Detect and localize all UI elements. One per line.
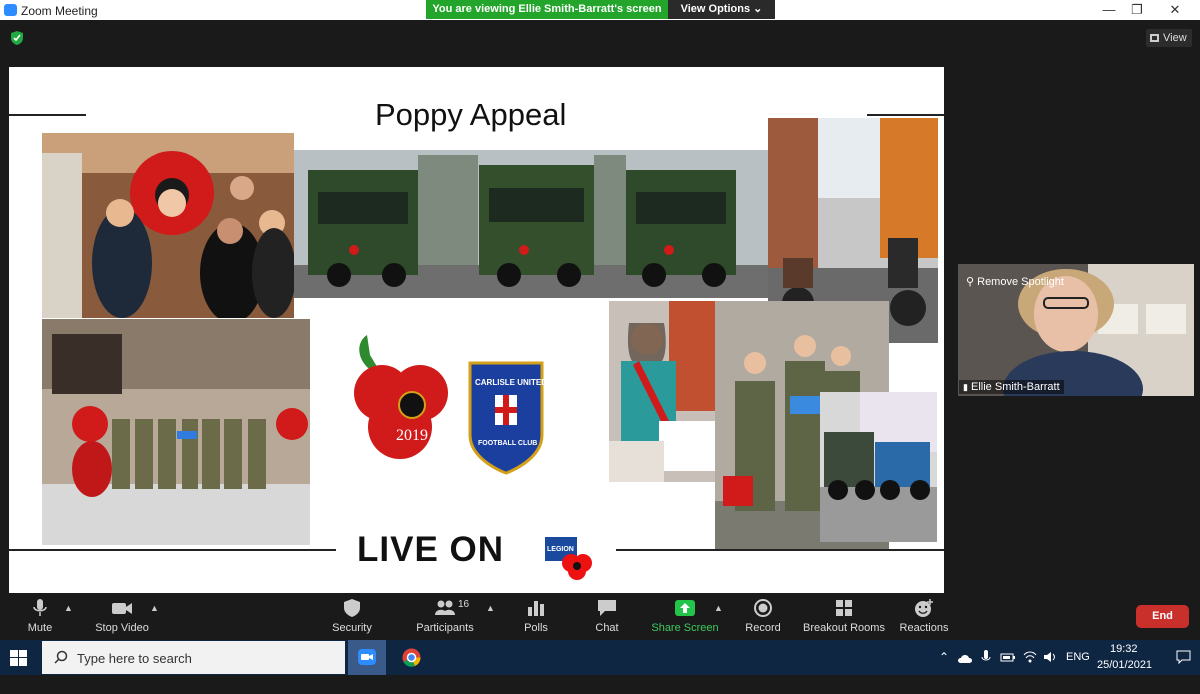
mute-label: Mute	[27, 622, 53, 634]
zoom-app-icon	[4, 4, 17, 16]
grid-icon	[1150, 34, 1159, 42]
record-button[interactable]: Record	[742, 594, 784, 640]
participants-icon	[435, 600, 455, 615]
slide-rule-top-left	[9, 114, 86, 116]
battery-icon[interactable]	[1000, 652, 1016, 663]
slide-rule-bottom-left	[9, 549, 336, 551]
taskbar-search-box[interactable]: Type here to search	[42, 641, 345, 674]
poppy-logo-icon	[562, 554, 592, 580]
taskbar-zoom-app[interactable]	[348, 640, 386, 675]
share-options-caret-icon[interactable]: ▲	[714, 603, 723, 613]
remove-spotlight-button[interactable]: ⚲ Remove Spotlight	[966, 275, 1064, 288]
share-screen-button[interactable]: Share Screen	[650, 594, 720, 640]
encryption-shield-icon[interactable]	[10, 30, 24, 46]
record-icon	[754, 599, 772, 617]
stop-video-button[interactable]: Stop Video	[90, 594, 154, 640]
viewing-screen-banner: You are viewing Ellie Smith-Barratt's sc…	[426, 0, 668, 19]
window-title: Zoom Meeting	[21, 4, 98, 18]
reactions-label: Reactions	[899, 622, 949, 634]
photo-cadets-station	[42, 319, 310, 545]
chat-button[interactable]: Chat	[587, 594, 627, 640]
photo-green-lorries	[294, 150, 768, 298]
input-language[interactable]: ENG	[1066, 651, 1090, 686]
onedrive-cloud-icon[interactable]	[957, 653, 973, 663]
chat-label: Chat	[595, 622, 619, 634]
record-label: Record	[745, 622, 781, 634]
chat-bubble-icon	[598, 600, 616, 616]
wifi-icon[interactable]	[1022, 650, 1038, 664]
windows-taskbar: Type here to search ⌃ ENG 19:32 25/01/20…	[0, 640, 1200, 675]
shared-screen: Poppy Appeal 2019 CARLISLE UNITED FOOTBA…	[9, 67, 944, 593]
view-options-label: View Options	[680, 3, 751, 15]
chrome-icon	[402, 648, 421, 667]
share-screen-arrow-icon	[675, 600, 695, 616]
windows-start-icon[interactable]	[10, 650, 27, 666]
video-options-caret-icon[interactable]: ▲	[150, 603, 159, 613]
search-placeholder: Type here to search	[77, 651, 192, 666]
badge-top-text: CARLISLE UNITED	[475, 378, 547, 387]
badge-bottom-text: FOOTBALL CLUB	[478, 440, 538, 447]
polls-label: Polls	[524, 622, 548, 634]
participant-name: Ellie Smith-Barratt	[971, 381, 1060, 393]
reactions-smiley-icon	[915, 599, 933, 617]
photo-vintage-cars	[820, 392, 937, 542]
volume-icon[interactable]	[1043, 650, 1057, 664]
microphone-icon	[33, 599, 47, 616]
slide-rule-top-right	[867, 114, 944, 116]
live-on-text: LIVE ON	[357, 530, 505, 569]
share-screen-label: Share Screen	[651, 622, 719, 634]
close-button[interactable]: ✕	[1152, 0, 1198, 20]
breakout-rooms-label: Breakout Rooms	[803, 622, 885, 634]
participant-name-tag: ▮ Ellie Smith-Barratt	[959, 380, 1064, 394]
photo-poppy-mascot-group	[42, 133, 294, 318]
photo-poppy-sash-girl	[609, 301, 715, 482]
tray-microphone-icon[interactable]	[981, 650, 991, 665]
taskbar-date[interactable]: 25/01/2021	[1097, 659, 1152, 694]
view-layout-button[interactable]: View	[1146, 29, 1192, 47]
polls-bar-chart-icon	[528, 601, 544, 616]
zoom-taskbar-icon	[358, 649, 376, 665]
video-camera-icon	[112, 603, 132, 614]
notifications-icon[interactable]	[1176, 650, 1191, 664]
pin-icon: ⚲	[966, 276, 975, 288]
poppy-pin-badge-card: 2019 CARLISLE UNITED FOOTBALL CLUB	[312, 315, 609, 493]
taskbar-chrome-app[interactable]	[392, 640, 430, 675]
breakout-rooms-grid-icon	[836, 600, 852, 616]
reactions-button[interactable]: Reactions	[898, 594, 950, 640]
view-options-button[interactable]: View Options ⌄	[668, 0, 775, 19]
pin-year: 2019	[396, 427, 428, 444]
mute-options-caret-icon[interactable]: ▲	[64, 603, 73, 613]
chevron-down-icon: ⌄	[753, 3, 763, 15]
polls-button[interactable]: Polls	[516, 594, 556, 640]
signal-bars-icon: ▮	[963, 382, 968, 392]
remove-spotlight-label: Remove Spotlight	[977, 276, 1064, 288]
security-shield-icon	[344, 599, 360, 617]
participants-count: 16	[458, 599, 470, 610]
meeting-toolbar: Mute ▲ Stop Video ▲ Security Participant…	[0, 594, 1200, 640]
slide-title: Poppy Appeal	[375, 97, 567, 132]
participants-label: Participants	[416, 622, 474, 634]
slide-rule-bottom-right	[616, 549, 944, 551]
view-layout-label: View	[1163, 32, 1187, 44]
participants-options-caret-icon[interactable]: ▲	[486, 603, 495, 613]
search-icon	[54, 650, 68, 664]
stop-video-label: Stop Video	[95, 622, 149, 634]
tray-expand-icon[interactable]: ⌃	[939, 650, 949, 685]
end-meeting-button[interactable]: End	[1136, 605, 1189, 628]
security-button[interactable]: Security	[327, 594, 377, 640]
breakout-rooms-button[interactable]: Breakout Rooms	[803, 594, 885, 640]
security-label: Security	[332, 622, 372, 634]
mute-button[interactable]: Mute	[20, 594, 60, 640]
